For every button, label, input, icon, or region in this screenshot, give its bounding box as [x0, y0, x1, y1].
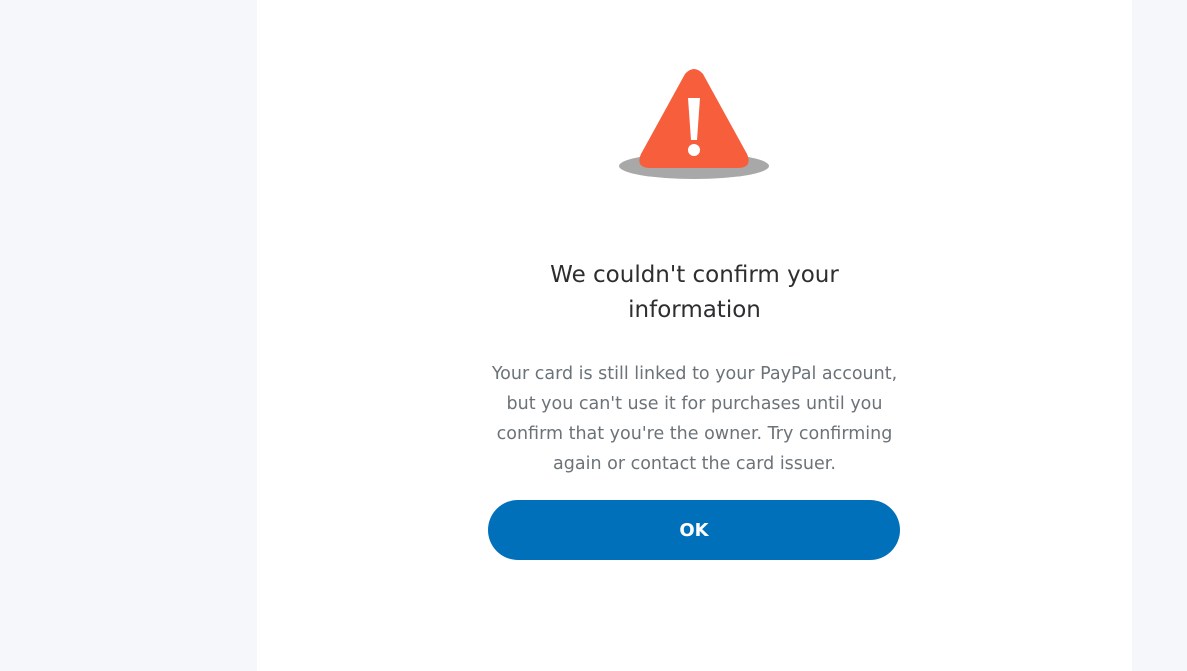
- warning-triangle-icon: [619, 69, 769, 179]
- dialog-card: We couldn't confirm your information You…: [257, 0, 1132, 671]
- page: We couldn't confirm your information You…: [0, 0, 1187, 671]
- dialog-message: Your card is still linked to your PayPal…: [257, 359, 1132, 479]
- message-line: again or contact the card issuer.: [553, 454, 836, 474]
- title-line: information: [628, 297, 761, 323]
- dialog-title: We couldn't confirm your information: [257, 258, 1132, 328]
- exclamation-dot: [688, 144, 700, 156]
- message-line: Your card is still linked to your PayPal…: [491, 364, 898, 384]
- ok-button[interactable]: OK: [488, 500, 900, 560]
- message-line: confirm that you're the owner. Try confi…: [496, 424, 893, 444]
- title-line: We couldn't confirm your: [550, 262, 839, 288]
- message-line: but you can't use it for purchases until…: [506, 394, 883, 414]
